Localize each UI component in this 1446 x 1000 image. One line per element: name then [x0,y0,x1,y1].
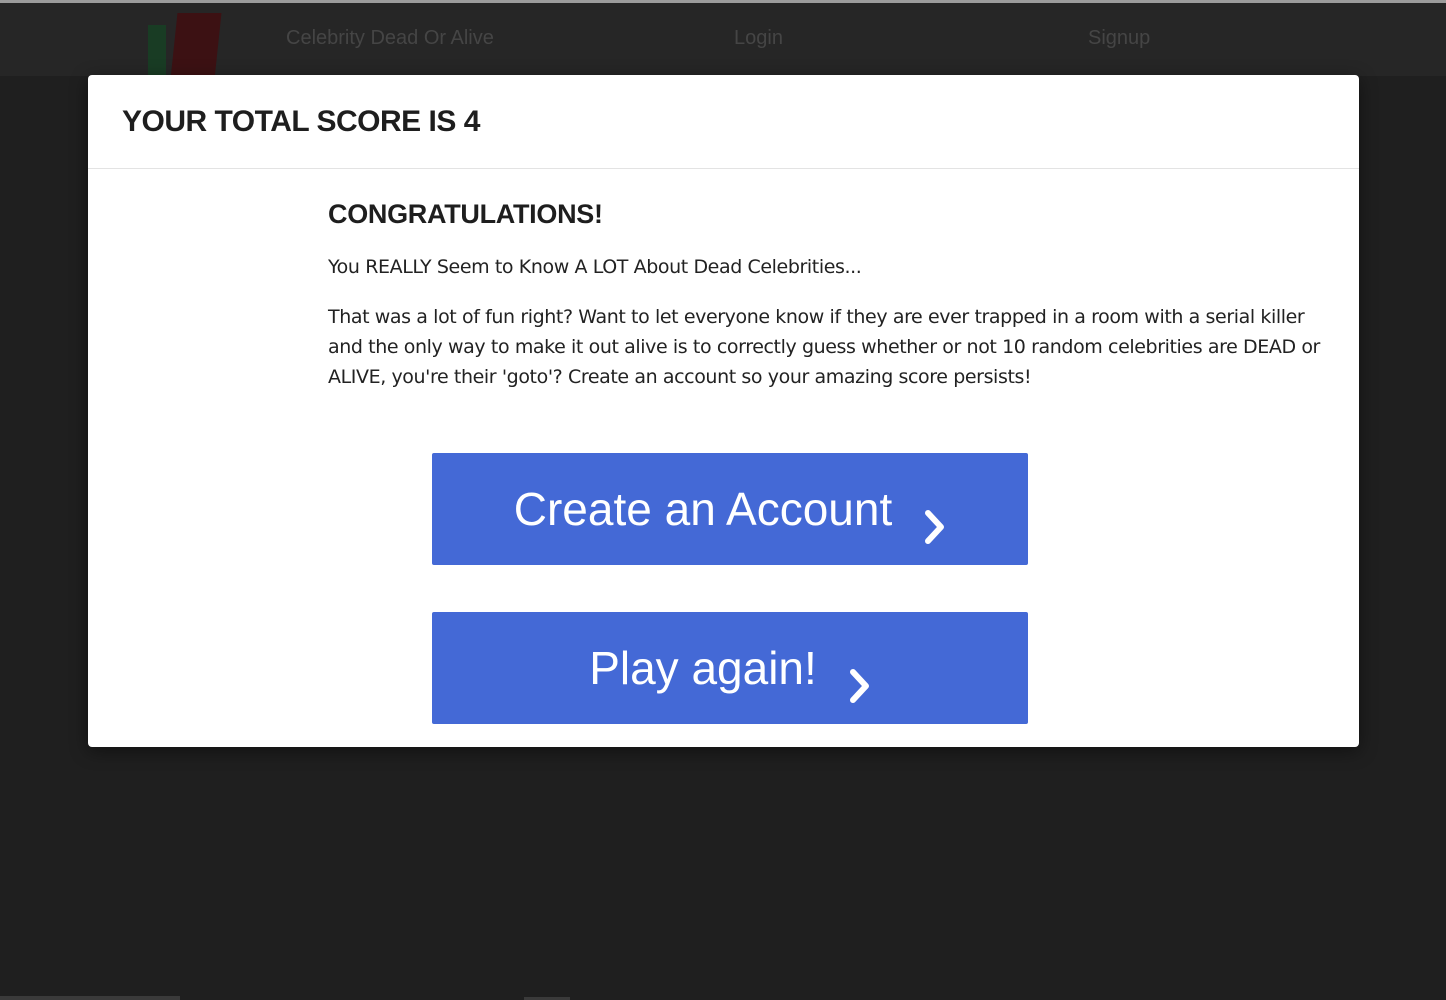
play-again-button[interactable]: Play again! [432,612,1028,724]
create-account-button[interactable]: Create an Account [432,453,1028,565]
score-message: You REALLY Seem to Know A LOT About Dead… [328,256,862,278]
page: Celebrity Dead Or Alive Login Signup YOU… [0,0,1446,1000]
congratulations-heading: CONGRATULATIONS! [328,199,603,229]
page-footer-edge [0,996,180,1000]
create-account-prompt: That was a lot of fun right? Want to let… [328,306,1320,388]
total-score-title: YOUR TOTAL SCORE IS 4 [122,104,480,138]
modal-header: YOUR TOTAL SCORE IS 4 [88,75,1359,169]
play-again-label: Play again! [589,642,817,694]
score-modal: YOUR TOTAL SCORE IS 4 CONGRATULATIONS! Y… [88,75,1359,747]
chevron-right-icon [924,509,946,545]
create-account-label: Create an Account [513,483,893,535]
chevron-right-icon [849,668,871,704]
modal-body: CONGRATULATIONS! You REALLY Seem to Know… [88,169,1359,392]
